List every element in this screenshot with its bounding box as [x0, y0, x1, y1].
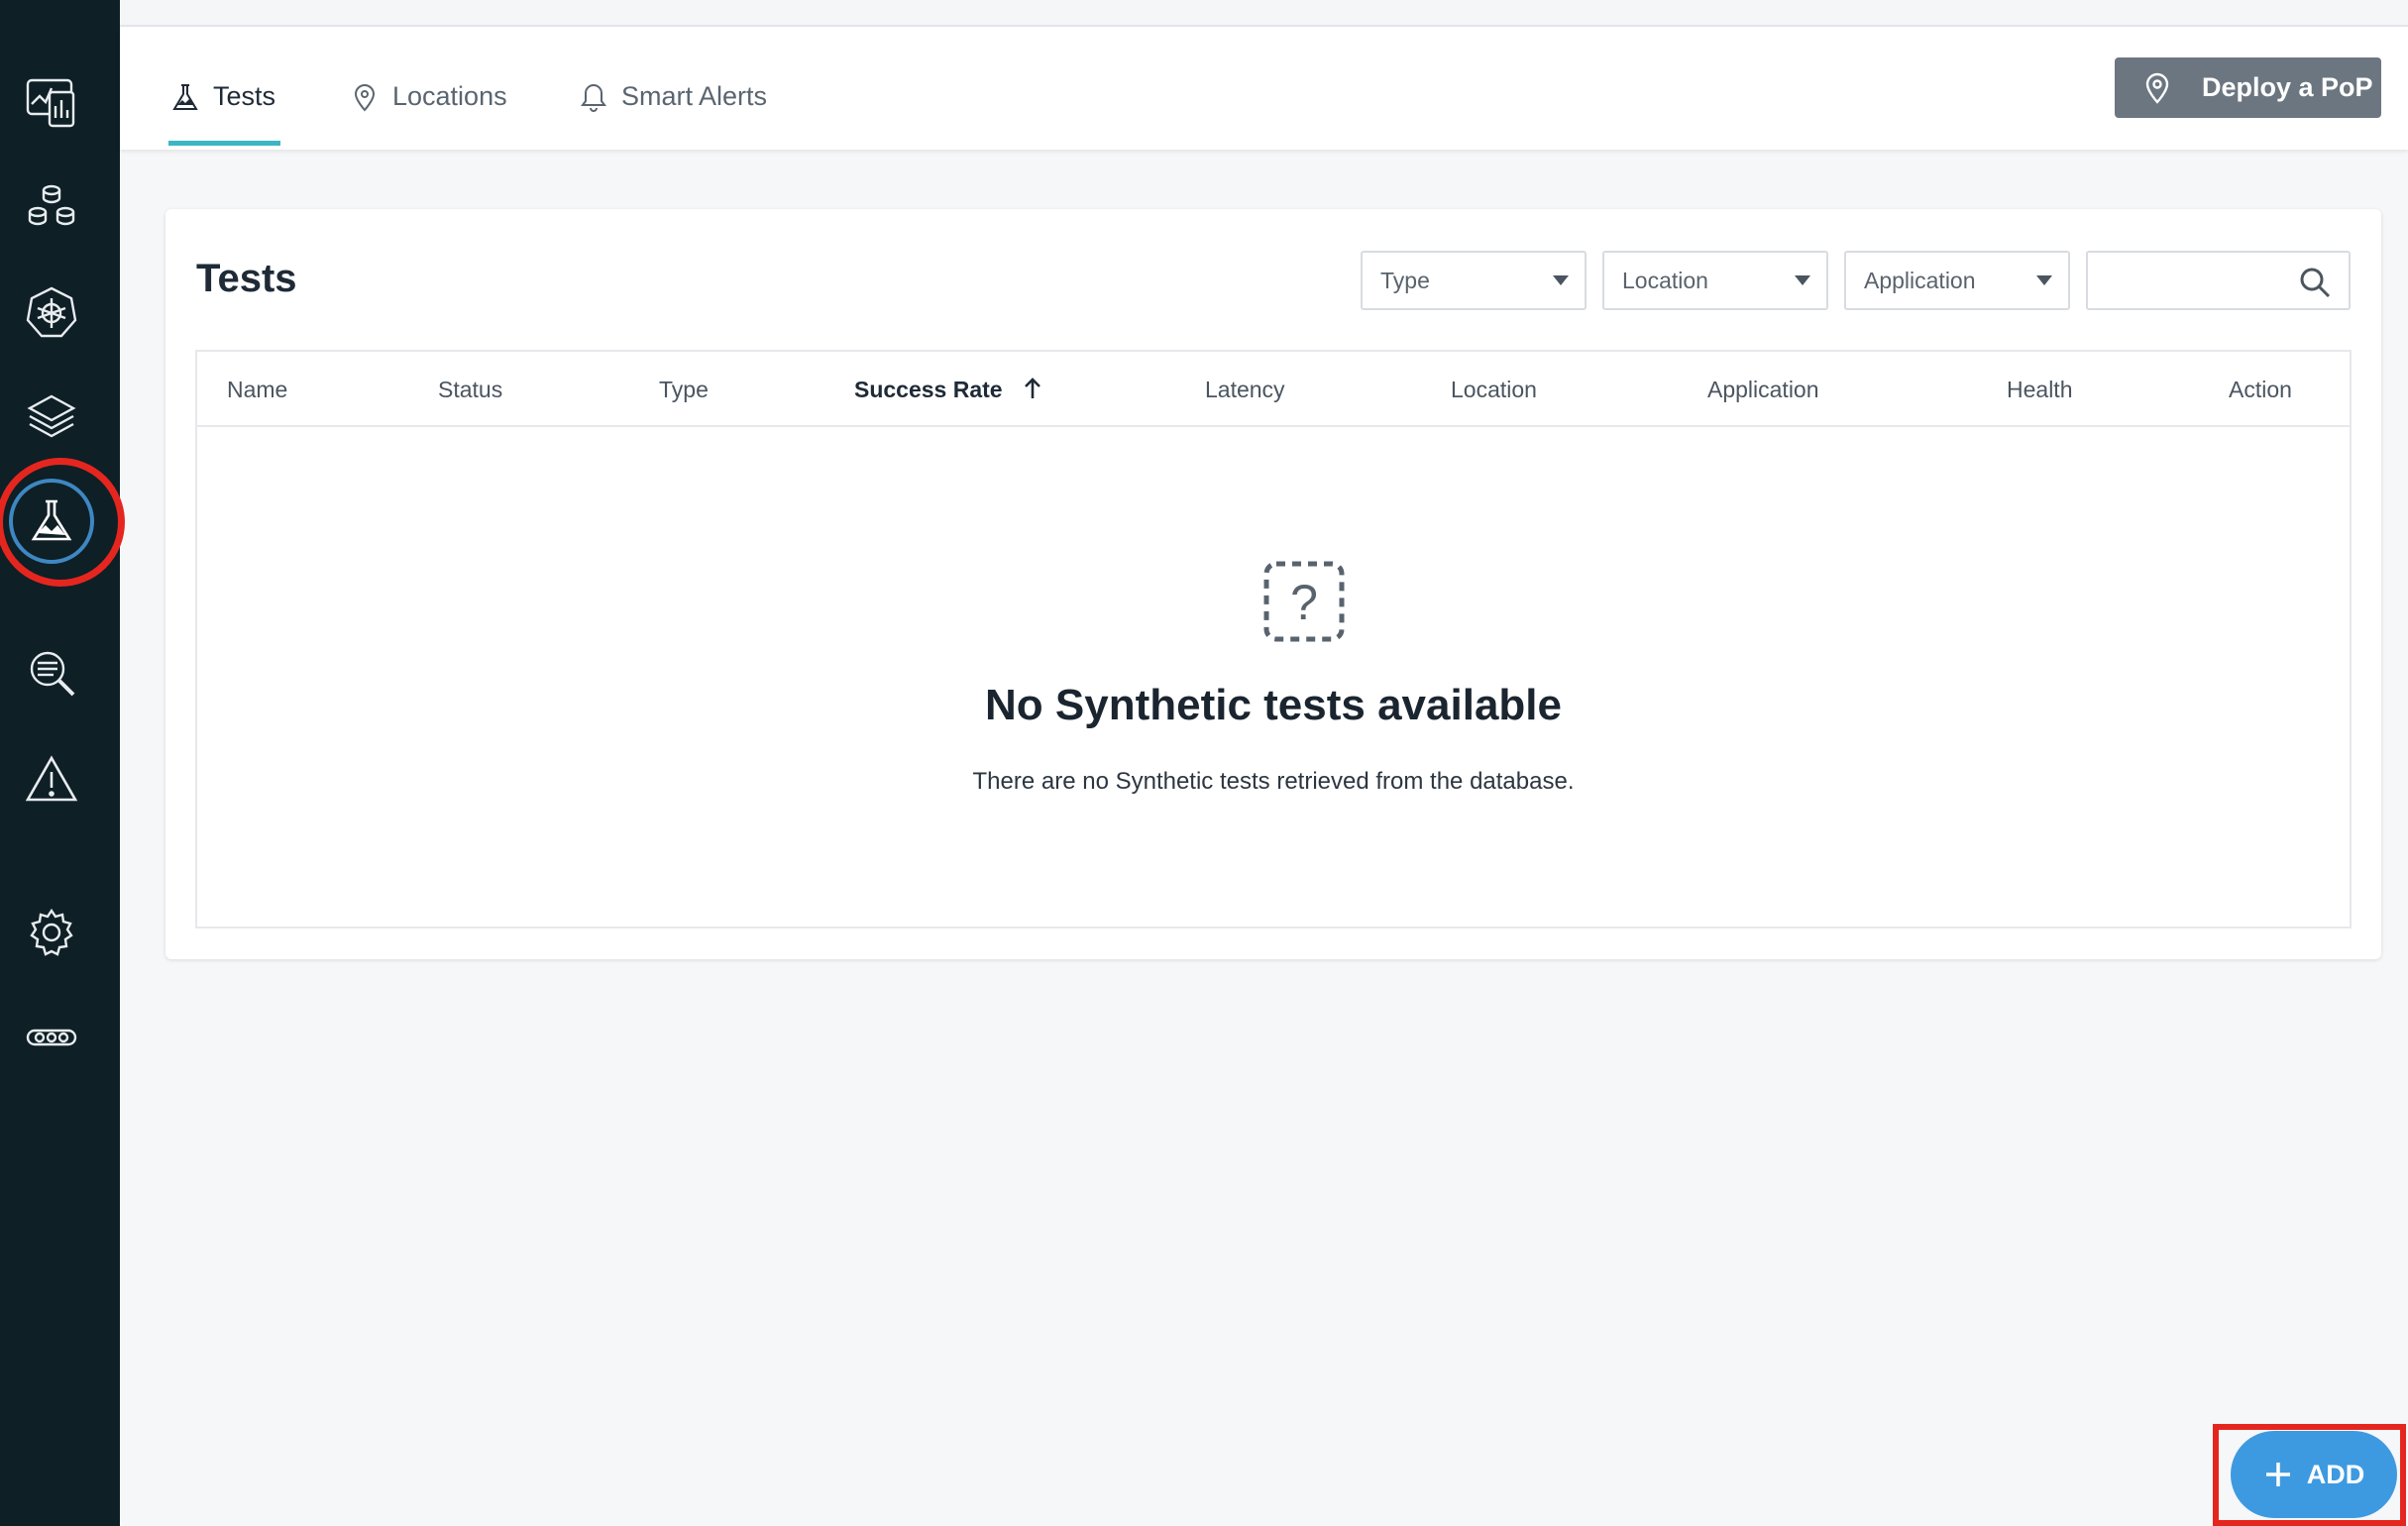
layers-icon[interactable]	[19, 385, 84, 451]
add-test-button[interactable]: ADD	[2231, 1431, 2397, 1518]
plus-icon	[2265, 1463, 2290, 1486]
location-filter-label: Location	[1622, 267, 1708, 293]
column-header-health[interactable]: Health	[2007, 377, 2072, 403]
location-pin-icon	[2145, 72, 2169, 104]
bell-icon	[581, 83, 606, 112]
question-mark-icon: ?	[1263, 561, 1345, 642]
sidebar-nav	[0, 0, 125, 1526]
tab-label: Tests	[213, 81, 276, 111]
tab-tests[interactable]: Tests	[169, 81, 275, 141]
caret-down-icon	[1553, 275, 1569, 285]
column-header-success-rate[interactable]: Success Rate	[854, 377, 1044, 403]
tab-smart-alerts[interactable]: Smart Alerts	[578, 81, 767, 141]
top-strip	[120, 0, 2408, 27]
svg-text:?: ?	[1290, 575, 1318, 630]
flask-icon	[172, 84, 198, 110]
location-filter-select[interactable]: Location	[1602, 251, 1828, 310]
search-icon[interactable]	[2297, 265, 2333, 300]
column-header-status[interactable]: Status	[438, 377, 502, 403]
empty-state-description: There are no Synthetic tests retrieved f…	[972, 768, 1575, 795]
table-header: Name Status Type Success Rate Latency Lo…	[197, 352, 2350, 427]
column-header-type[interactable]: Type	[659, 377, 709, 403]
add-button-label: ADD	[2306, 1459, 2365, 1489]
settings-gear-icon[interactable]	[19, 900, 84, 965]
tab-locations[interactable]: Locations	[349, 81, 507, 141]
tab-label: Smart Alerts	[621, 81, 768, 111]
search-input[interactable]	[2098, 261, 2286, 300]
card-title: Tests	[196, 257, 297, 300]
application-filter-label: Application	[1864, 267, 1976, 293]
column-header-application[interactable]: Application	[1707, 377, 1819, 403]
tests-card: Tests Type Location Application Name Sta…	[165, 209, 2381, 959]
log-search-icon[interactable]	[19, 640, 84, 706]
column-header-label: Success Rate	[854, 377, 1003, 402]
empty-state-title: No Synthetic tests available	[985, 681, 1562, 729]
deploy-pop-label: Deploy a PoP	[2202, 72, 2373, 102]
column-header-name[interactable]: Name	[227, 377, 287, 403]
caret-down-icon	[2036, 275, 2052, 285]
application-filter-select[interactable]: Application	[1844, 251, 2070, 310]
kubernetes-icon[interactable]	[19, 279, 84, 345]
type-filter-select[interactable]: Type	[1361, 251, 1587, 310]
alert-triangle-icon[interactable]	[19, 747, 84, 813]
more-integrations-icon[interactable]	[19, 1005, 84, 1070]
column-header-latency[interactable]: Latency	[1205, 377, 1285, 403]
column-header-location[interactable]: Location	[1451, 377, 1537, 403]
caret-down-icon	[1795, 275, 1810, 285]
location-pin-icon	[354, 84, 376, 112]
active-tab-underline	[168, 141, 280, 146]
dashboard-icon[interactable]	[19, 69, 84, 135]
sort-ascending-icon	[1024, 378, 1040, 398]
synthetic-flask-icon[interactable]	[19, 489, 84, 554]
search-box	[2086, 251, 2351, 310]
tests-table: Name Status Type Success Rate Latency Lo…	[195, 350, 2352, 928]
type-filter-label: Type	[1380, 267, 1430, 293]
column-header-action[interactable]: Action	[2229, 377, 2292, 403]
deploy-pop-button[interactable]: Deploy a PoP	[2115, 57, 2381, 118]
infrastructure-icon[interactable]	[19, 173, 84, 239]
tab-label: Locations	[392, 81, 507, 111]
tab-bar: Tests Locations Smart Alerts	[120, 27, 2408, 150]
